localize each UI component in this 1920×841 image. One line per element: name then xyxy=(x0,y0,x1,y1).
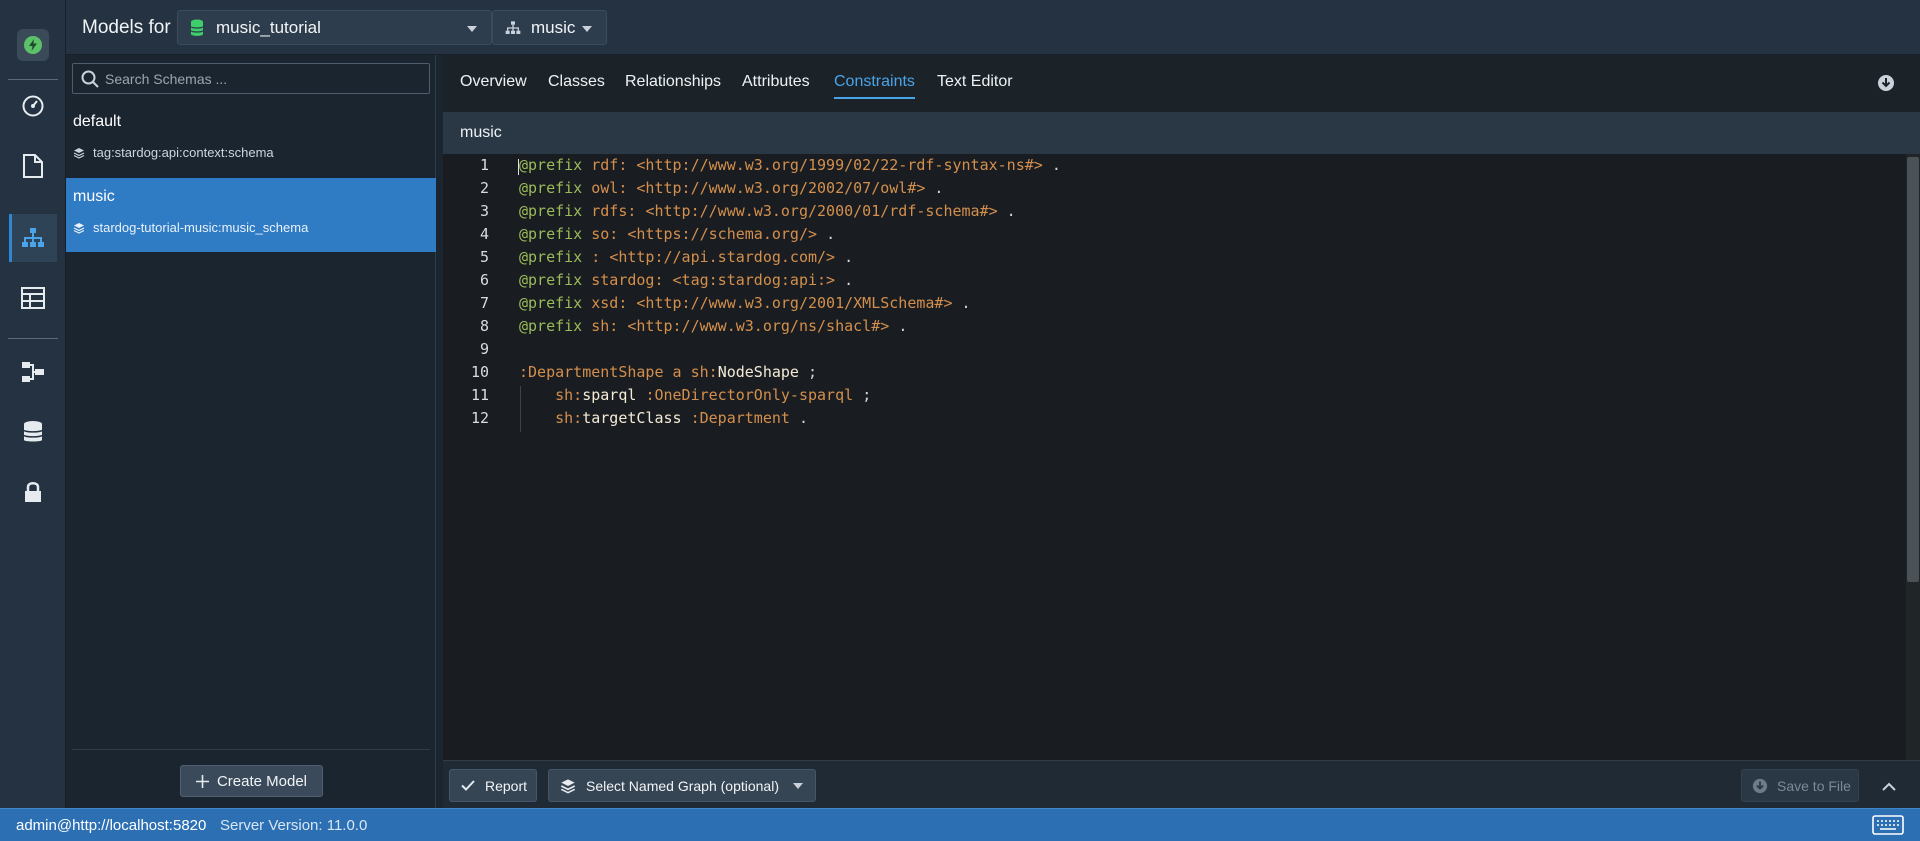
report-label: Report xyxy=(485,777,528,794)
schema-group-name: music xyxy=(73,188,115,205)
schema-item-label: stardog-tutorial-music:music_schema xyxy=(93,220,309,235)
create-model-label: Create Model xyxy=(216,772,308,790)
keyboard-icon[interactable] xyxy=(1872,815,1904,840)
rail-divider xyxy=(8,338,58,339)
status-bar: admin@http://localhost:5820 Server Versi… xyxy=(0,808,1920,841)
line-number: 6 xyxy=(479,271,489,289)
models-icon[interactable] xyxy=(9,214,57,262)
line-number: 5 xyxy=(479,248,489,266)
scrollbar-thumb[interactable] xyxy=(1907,157,1919,582)
tab-constraints[interactable]: Constraints xyxy=(834,73,915,99)
dashboard-icon[interactable] xyxy=(9,82,57,130)
schema-sidebar: default tag:stardog:api:context:schema m… xyxy=(66,55,436,808)
database-name: music_tutorial xyxy=(216,17,321,37)
code-line: @prefix so: <https://schema.org/> . xyxy=(519,225,836,243)
model-subheader-title: music xyxy=(460,124,502,141)
code-editor[interactable]: 1 2 3 4 5 6 7 8 9 10 11 12 @prefix rdf: … xyxy=(443,154,1920,760)
chevron-down-icon xyxy=(793,783,803,789)
plus-icon xyxy=(195,774,209,788)
pipeline-icon[interactable] xyxy=(9,348,57,396)
page-title: Models for xyxy=(82,17,171,38)
layers-icon xyxy=(73,222,85,234)
check-icon xyxy=(461,780,475,791)
lock-icon[interactable] xyxy=(9,468,57,516)
top-header: Models for music_tutorial music xyxy=(66,0,1920,55)
code-line: @prefix : <http://api.stardog.com/> . xyxy=(519,248,854,266)
schema-item-label: tag:stardog:api:context:schema xyxy=(93,145,274,160)
save-to-file-button[interactable]: Save to File xyxy=(1741,769,1859,802)
code-line: @prefix rdf: <http://www.w3.org/1999/02/… xyxy=(519,156,1061,174)
schema-group-name: default xyxy=(73,113,122,130)
document-icon[interactable] xyxy=(9,142,57,190)
code-line: sh:targetClass :Department . xyxy=(555,409,808,427)
connection-status: admin@http://localhost:5820 xyxy=(16,817,207,834)
schema-item[interactable]: stardog-tutorial-music:music_schema xyxy=(73,220,308,235)
models-icon xyxy=(505,20,521,34)
tab-text-editor[interactable]: Text Editor xyxy=(937,73,1013,91)
chevron-down-icon xyxy=(582,26,592,32)
line-number: 11 xyxy=(470,386,489,404)
line-number: 2 xyxy=(479,179,489,197)
line-gutter: 1 2 3 4 5 6 7 8 9 10 11 12 xyxy=(443,154,493,760)
tab-classes[interactable]: Classes xyxy=(548,73,605,91)
save-to-file-label: Save to File xyxy=(1777,777,1851,794)
report-button[interactable]: Report xyxy=(449,769,537,802)
code-line: @prefix owl: <http://www.w3.org/2002/07/… xyxy=(519,179,944,197)
code-line: @prefix xsd: <http://www.w3.org/2001/XML… xyxy=(519,294,971,312)
model-subheader: music xyxy=(443,112,1920,154)
line-number: 1 xyxy=(479,156,489,174)
search-icon xyxy=(81,70,99,88)
table-icon[interactable] xyxy=(9,274,57,322)
create-model-button[interactable]: Create Model xyxy=(180,765,323,797)
named-graph-label: Select Named Graph (optional) xyxy=(586,777,779,794)
schema-item[interactable]: tag:stardog:api:context:schema xyxy=(73,145,274,160)
line-number: 12 xyxy=(470,409,489,427)
database-select[interactable]: music_tutorial xyxy=(177,10,492,45)
schema-group-default[interactable]: default tag:stardog:api:context:schema xyxy=(66,103,436,177)
download-icon[interactable] xyxy=(1877,74,1895,97)
database-icon[interactable] xyxy=(9,408,57,456)
code-line: @prefix stardog: <tag:stardog:api:> . xyxy=(519,271,854,289)
stardog-logo[interactable] xyxy=(17,29,49,61)
database-icon xyxy=(190,19,204,36)
line-number: 9 xyxy=(479,340,489,358)
layers-icon xyxy=(73,147,85,159)
tab-overview[interactable]: Overview xyxy=(460,73,527,91)
download-icon xyxy=(1752,778,1768,793)
editor-footer: Report Select Named Graph (optional) Sav… xyxy=(443,760,1920,808)
named-graph-select[interactable]: Select Named Graph (optional) xyxy=(548,769,816,802)
rail-divider xyxy=(8,79,58,80)
nav-rail xyxy=(0,0,66,808)
main-panel: Overview Classes Relationships Attribute… xyxy=(443,55,1920,808)
model-name: music xyxy=(531,17,576,37)
server-version: Server Version: 11.0.0 xyxy=(220,817,368,834)
model-select[interactable]: music xyxy=(492,10,607,45)
tab-bar: Overview Classes Relationships Attribute… xyxy=(443,55,1920,111)
search-input[interactable] xyxy=(105,70,405,87)
line-number: 4 xyxy=(479,225,489,243)
line-number: 10 xyxy=(470,363,489,381)
code-line: @prefix rdfs: <http://www.w3.org/2000/01… xyxy=(519,202,1016,220)
tab-attributes[interactable]: Attributes xyxy=(742,73,810,91)
code-line: sh:sparql :OneDirectorOnly-sparql ; xyxy=(555,386,872,404)
code-line: @prefix sh: <http://www.w3.org/ns/shacl#… xyxy=(519,317,908,335)
chevron-up-icon[interactable] xyxy=(1882,778,1896,796)
search-box xyxy=(72,63,430,94)
bolt-icon xyxy=(24,36,42,54)
chevron-down-icon xyxy=(467,26,477,32)
schema-group-music[interactable]: music stardog-tutorial-music:music_schem… xyxy=(66,178,436,252)
tab-relationships[interactable]: Relationships xyxy=(625,73,721,91)
layers-icon xyxy=(560,778,576,794)
line-number: 7 xyxy=(479,294,489,312)
line-number: 3 xyxy=(479,202,489,220)
code-line: :DepartmentShape a sh:NodeShape ; xyxy=(519,363,818,381)
editor-scrollbar[interactable] xyxy=(1906,154,1920,760)
line-number: 8 xyxy=(479,317,489,335)
sidebar-divider xyxy=(72,749,430,750)
